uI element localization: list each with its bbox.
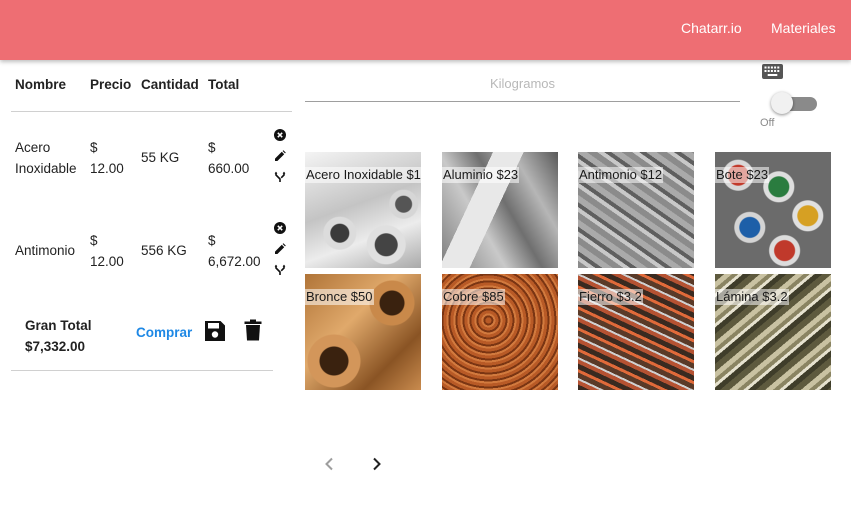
kilogramos-input[interactable] [305, 66, 740, 102]
material-tile-lamina[interactable]: Lámina $3.2 [715, 274, 831, 390]
cell-total-symbol: $ [208, 140, 216, 155]
cell-precio-symbol: $ [90, 233, 98, 248]
column-header-precio: Precio [90, 77, 132, 92]
column-header-total: Total [208, 77, 240, 92]
material-caption: Antimonio $12 [578, 167, 664, 183]
keyboard-icon[interactable] [762, 64, 783, 79]
toggle-label: Off [760, 117, 775, 129]
material-caption: Lámina $3.2 [715, 289, 789, 305]
nav-link-chatarrio[interactable]: Chatarr.io [681, 0, 742, 56]
navbar: Chatarr.io Materiales [0, 0, 851, 60]
cell-precio-symbol: $ [90, 140, 98, 155]
material-caption: Cobre $85 [442, 289, 505, 305]
comprar-button[interactable]: Comprar [136, 325, 192, 340]
material-tile-bote[interactable]: Bote $23 [715, 152, 831, 268]
grand-total-bar: Gran Total $7,332.00 Comprar [11, 300, 273, 371]
edit-icon[interactable] [273, 149, 287, 163]
material-tile-antimonio[interactable]: Antimonio $12 [578, 152, 694, 268]
cell-precio: 12.00 [90, 254, 124, 269]
grand-total: Gran Total $7,332.00 [25, 315, 92, 357]
save-icon[interactable] [204, 319, 226, 343]
edit-icon[interactable] [273, 242, 287, 256]
column-header-cantidad: Cantidad [141, 77, 199, 92]
cell-nombre: Acero Inoxidable [15, 140, 77, 176]
toggle-knob [771, 92, 793, 114]
cell-nombre: Antimonio [15, 243, 76, 258]
delete-icon[interactable] [242, 318, 264, 342]
material-tile-acero-inoxidable[interactable]: Acero Inoxidable $12 [305, 152, 421, 268]
material-caption: Aluminio $23 [442, 167, 520, 183]
column-header-nombre: Nombre [15, 77, 67, 92]
merge-icon[interactable] [273, 263, 287, 277]
material-tile-aluminio[interactable]: Aluminio $23 [442, 152, 558, 268]
header-divider [11, 111, 292, 112]
material-caption: Acero Inoxidable $12 [305, 167, 421, 183]
cell-total: 6,672.00 [208, 254, 261, 269]
material-caption: Bronce $50 [305, 289, 374, 305]
material-tile-cobre[interactable]: Cobre $85 [442, 274, 558, 390]
cart-table: Nombre Precio Cantidad Total Acero Inoxi… [11, 62, 292, 302]
material-caption: Fierro $3.2 [578, 289, 643, 305]
remove-item-icon[interactable] [273, 128, 287, 142]
merge-icon[interactable] [273, 170, 287, 184]
cell-total-symbol: $ [208, 233, 216, 248]
remove-item-icon[interactable] [273, 221, 287, 235]
grand-total-value: $7,332.00 [25, 339, 86, 354]
mode-toggle[interactable] [771, 92, 817, 114]
cell-cantidad: 556 KG [141, 243, 187, 258]
chevron-right-icon[interactable] [368, 455, 386, 473]
grand-total-label: Gran Total [25, 318, 92, 333]
cell-total: 660.00 [208, 161, 250, 176]
material-tile-fierro[interactable]: Fierro $3.2 [578, 274, 694, 390]
cell-precio: 12.00 [90, 161, 124, 176]
chevron-left-icon[interactable] [320, 455, 338, 473]
cell-cantidad: 55 KG [141, 150, 180, 165]
material-caption: Bote $23 [715, 167, 770, 183]
material-tile-bronce[interactable]: Bronce $50 [305, 274, 421, 390]
nav-link-materiales[interactable]: Materiales [771, 0, 836, 56]
